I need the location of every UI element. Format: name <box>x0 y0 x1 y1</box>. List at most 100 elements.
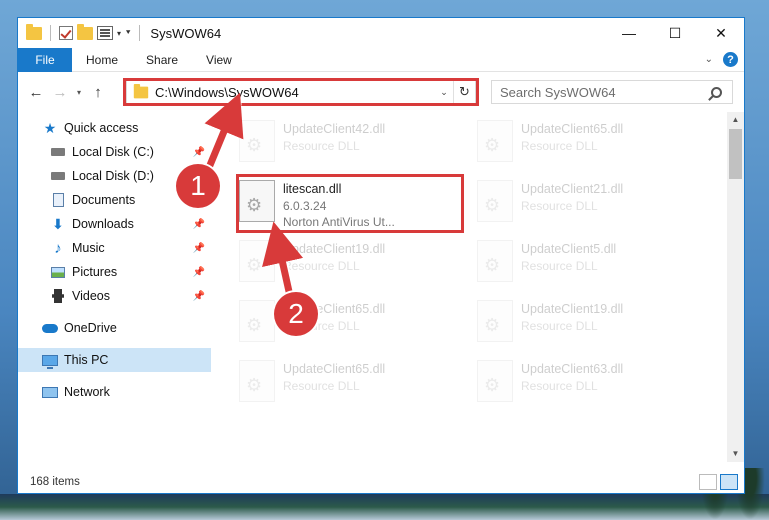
downloads-icon: ⬇ <box>52 215 64 232</box>
file-item[interactable]: UpdateClient5.dll Resource DLL <box>477 236 702 286</box>
pictures-icon <box>50 264 66 280</box>
file-item[interactable]: UpdateClient65.dll Resource DLL <box>477 116 702 166</box>
drive-icon <box>50 144 66 160</box>
properties-check-icon[interactable] <box>59 26 73 40</box>
tab-view[interactable]: View <box>192 48 246 72</box>
pin-icon[interactable]: 📌 <box>193 219 205 230</box>
file-type: Resource DLL <box>283 139 360 153</box>
file-item[interactable]: UpdateClient21.dll Resource DLL <box>477 176 702 226</box>
file-name: UpdateClient65.dll <box>283 362 386 376</box>
nav-item-label: Pictures <box>72 265 118 279</box>
file-item[interactable]: UpdateClient65.dll Resource DLL <box>239 296 464 346</box>
dll-file-icon <box>477 240 513 282</box>
search-box[interactable]: Search SysWOW64 <box>491 80 733 104</box>
onedrive-icon <box>42 320 58 336</box>
pin-icon[interactable]: 📌 <box>193 147 205 158</box>
pin-icon[interactable]: 📌 <box>193 243 205 254</box>
nav-item-music[interactable]: ♪ Music 📌 <box>18 236 211 260</box>
file-type: Resource DLL <box>521 139 598 153</box>
scroll-thumb[interactable] <box>729 129 742 179</box>
vertical-scrollbar[interactable]: ▲ ▼ <box>727 112 744 462</box>
file-highlight-box <box>236 174 464 233</box>
view-buttons <box>699 474 738 490</box>
file-item[interactable]: UpdateClient19.dll Resource DLL <box>239 236 464 286</box>
ribbon-tabs: File Home Share View ⌄ ? <box>18 47 744 72</box>
dll-file-icon <box>239 120 275 162</box>
nav-item-quick-access[interactable]: ★ Quick access <box>18 116 211 140</box>
forward-arrow-icon[interactable]: → <box>48 84 72 101</box>
ribbon-right-controls: ⌄ ? <box>705 52 738 67</box>
tab-file[interactable]: File <box>18 47 72 72</box>
videos-icon <box>50 288 66 304</box>
chevron-down-icon[interactable]: ▾ <box>117 29 121 38</box>
nav-item-label: Network <box>64 385 110 399</box>
file-name: UpdateClient19.dll <box>521 302 624 316</box>
file-name: UpdateClient5.dll <box>521 242 617 256</box>
file-item[interactable]: UpdateClient19.dll Resource DLL <box>477 296 702 346</box>
help-icon[interactable]: ? <box>723 52 738 67</box>
back-arrow-icon[interactable]: ← <box>24 84 48 101</box>
nav-item-this-pc[interactable]: This PC <box>18 348 211 372</box>
documents-icon <box>50 192 66 208</box>
file-item[interactable]: UpdateClient42.dll Resource DLL <box>239 116 464 166</box>
dll-file-icon <box>239 240 275 282</box>
pin-icon[interactable]: 📌 <box>193 267 205 278</box>
tab-share[interactable]: Share <box>132 48 192 72</box>
desktop-background <box>0 494 769 520</box>
nav-item-downloads[interactable]: ⬇ Downloads 📌 <box>18 212 211 236</box>
file-item[interactable]: UpdateClient63.dll Resource DLL <box>477 356 702 406</box>
nav-item-label: Documents <box>72 193 136 207</box>
toolbar-divider <box>50 25 51 41</box>
minimize-button[interactable]: — <box>606 18 652 48</box>
maximize-button[interactable]: ☐ <box>652 18 698 48</box>
music-icon: ♪ <box>54 239 62 257</box>
up-arrow-icon[interactable]: ↑ <box>86 84 110 101</box>
file-name: UpdateClient42.dll <box>283 122 386 136</box>
recent-locations-chevron-icon[interactable]: ▾ <box>72 88 86 97</box>
scroll-up-arrow-icon[interactable]: ▲ <box>727 112 744 128</box>
properties-icon[interactable] <box>97 26 113 40</box>
nav-item-label: OneDrive <box>64 321 117 335</box>
new-folder-icon[interactable] <box>77 23 93 40</box>
step-2-badge: 2 <box>274 292 318 336</box>
nav-item-label: Downloads <box>72 217 134 231</box>
tiles-view-icon[interactable] <box>720 474 738 490</box>
dll-file-icon <box>477 180 513 222</box>
file-item[interactable]: UpdateClient65.dll Resource DLL <box>239 356 464 406</box>
explorer-window: ▾ ⯆ SysWOW64 — ☐ ✕ File Home Share View … <box>17 17 745 494</box>
close-button[interactable]: ✕ <box>698 18 744 48</box>
nav-item-onedrive[interactable]: OneDrive <box>18 316 211 340</box>
file-list: UpdateClient42.dll Resource DLL UpdateCl… <box>211 112 744 462</box>
address-row: ← → ▾ ↑ C:\Windows\SysWOW64 ⌄ ↻ Search S… <box>18 72 744 112</box>
drive-icon <box>50 168 66 184</box>
file-name: UpdateClient63.dll <box>521 362 624 376</box>
folder-icon <box>26 23 42 40</box>
toolbar-divider <box>139 25 141 41</box>
pin-icon[interactable]: 📌 <box>193 291 205 302</box>
address-highlight-box <box>123 78 479 106</box>
search-icon[interactable] <box>711 86 722 98</box>
file-type: Resource DLL <box>521 259 598 273</box>
nav-item-label: Videos <box>72 289 110 303</box>
dll-file-icon <box>239 300 275 342</box>
scroll-down-arrow-icon[interactable]: ▼ <box>727 446 744 462</box>
nav-item-pictures[interactable]: Pictures 📌 <box>18 260 211 284</box>
step-1-badge: 1 <box>176 164 220 208</box>
tab-home[interactable]: Home <box>72 48 132 72</box>
nav-item-local-disk-c[interactable]: Local Disk (C:) 📌 <box>18 140 211 164</box>
file-name: UpdateClient19.dll <box>283 242 386 256</box>
window-controls: — ☐ ✕ <box>606 18 744 48</box>
file-type: Resource DLL <box>521 379 598 393</box>
nav-item-network[interactable]: Network <box>18 380 211 404</box>
this-pc-icon <box>42 352 58 369</box>
expand-ribbon-chevron-icon[interactable]: ⌄ <box>705 54 713 65</box>
nav-item-videos[interactable]: Videos 📌 <box>18 284 211 308</box>
dll-file-icon <box>477 120 513 162</box>
details-view-icon[interactable] <box>699 474 717 490</box>
nav-item-label: Local Disk (D:) <box>72 169 154 183</box>
customize-toolbar-icon[interactable]: ⯆ <box>125 28 131 38</box>
nav-item-label: Music <box>72 241 105 255</box>
search-input[interactable]: Search SysWOW64 <box>500 85 711 100</box>
status-bar: 168 items <box>18 471 744 493</box>
network-icon <box>42 384 58 400</box>
